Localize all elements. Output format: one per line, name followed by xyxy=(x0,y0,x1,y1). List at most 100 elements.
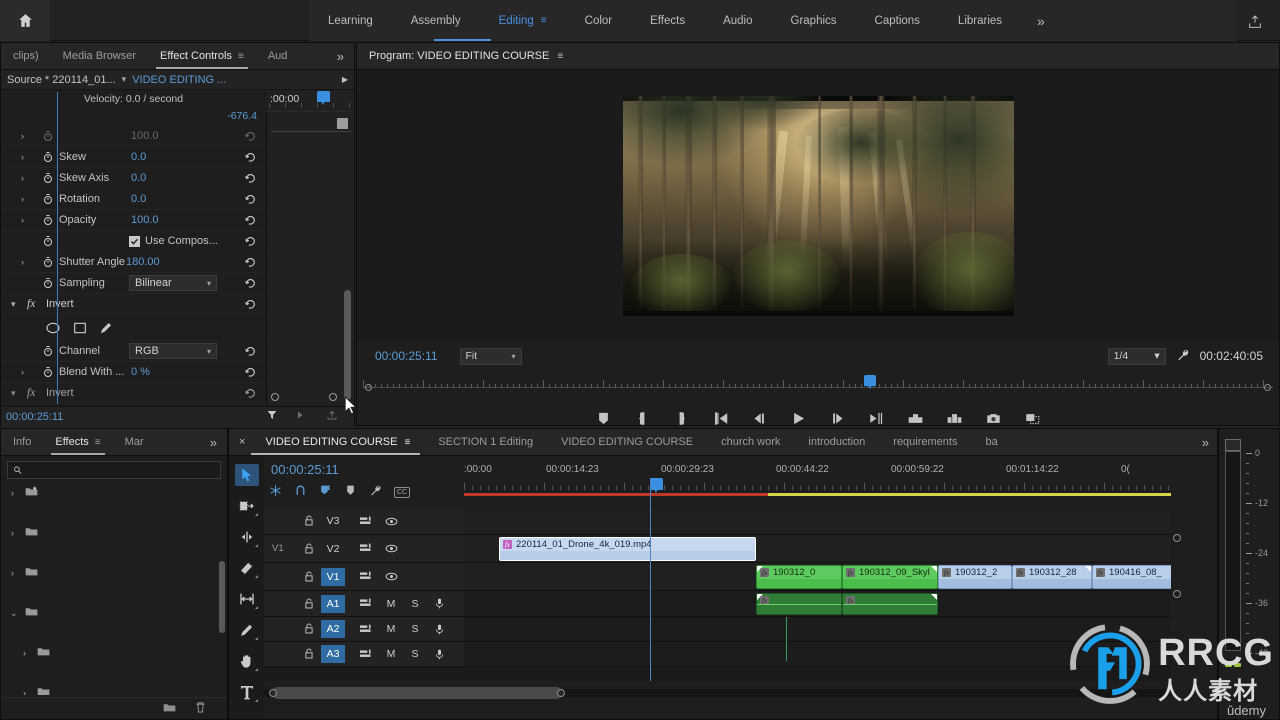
timeline-horizontal-scrollbar[interactable] xyxy=(264,685,1171,699)
reset-icon[interactable] xyxy=(244,151,257,164)
track-head-v3[interactable]: V3 xyxy=(264,508,464,534)
snap-in-timeline-icon[interactable] xyxy=(269,484,282,500)
timeline-settings-icon[interactable] xyxy=(369,484,382,500)
workspace-menu-icon[interactable]: ≡ xyxy=(541,15,547,26)
effect-controls-zoom-bar[interactable] xyxy=(267,390,354,406)
track-select-forward-tool[interactable] xyxy=(235,495,259,517)
sync-lock-icon[interactable] xyxy=(354,595,378,613)
channel-select[interactable]: RGB ▾ xyxy=(129,343,217,359)
comparison-view-icon[interactable] xyxy=(1024,409,1042,427)
chevron-right-icon[interactable]: › xyxy=(23,688,26,695)
chevron-right-icon[interactable]: › xyxy=(11,568,14,578)
captions-icon[interactable]: CC xyxy=(394,486,410,498)
lock-icon[interactable] xyxy=(304,648,316,660)
panel-menu-icon[interactable]: ≡ xyxy=(95,437,101,448)
workspace-editing[interactable]: Editing ≡ xyxy=(480,0,566,41)
play-triangle-icon[interactable]: ▶ xyxy=(342,75,348,84)
workspace-overflow-button[interactable]: » xyxy=(1021,0,1061,41)
lock-icon[interactable] xyxy=(304,598,316,610)
voice-record-icon[interactable] xyxy=(427,620,451,638)
reset-icon[interactable] xyxy=(244,193,257,206)
track-head-a3[interactable]: A3 M S xyxy=(264,642,464,666)
reset-icon[interactable] xyxy=(244,172,257,185)
reset-icon[interactable] xyxy=(244,387,257,400)
reset-icon[interactable] xyxy=(244,130,257,143)
tab-effect-controls[interactable]: Effect Controls ≡ xyxy=(148,43,256,69)
timeline-tab-church-work[interactable]: church work xyxy=(707,429,794,455)
zoom-handle-right[interactable] xyxy=(1264,384,1271,391)
razor-tool[interactable] xyxy=(235,557,259,579)
export-frame-icon[interactable] xyxy=(326,409,338,424)
sync-lock-icon[interactable] xyxy=(354,568,378,586)
track-body-v1[interactable]: fx 190312_0 fx 190312_09_Skyl fx 190312_… xyxy=(464,563,1171,590)
timeline-vertical-scrollbar[interactable] xyxy=(1171,508,1183,681)
stopwatch-icon[interactable] xyxy=(42,193,55,206)
stopwatch-icon[interactable] xyxy=(42,235,55,248)
timeline-clip-190312-09-skyl[interactable]: fx 190312_09_Skyl xyxy=(842,565,938,589)
prop-row-blend-with-original[interactable]: › Blend With ... 0 % xyxy=(1,362,266,383)
track-name-a1[interactable]: A1 xyxy=(321,594,345,613)
zoom-handle-left[interactable] xyxy=(271,393,279,401)
marker-icon[interactable] xyxy=(344,484,357,500)
new-bin-icon[interactable] xyxy=(163,701,176,717)
effect-header-invert-2[interactable]: ▾ fx Invert xyxy=(1,383,266,404)
track-head-v1[interactable]: V1 xyxy=(264,563,464,590)
track-mute-button[interactable]: M xyxy=(379,645,403,663)
quick-export-button[interactable] xyxy=(1244,11,1266,33)
home-button[interactable] xyxy=(0,0,50,41)
zoom-level-select[interactable]: Fit ▾ xyxy=(459,347,522,365)
slip-tool[interactable] xyxy=(235,588,259,610)
chevron-right-icon[interactable]: › xyxy=(21,367,31,377)
lock-icon[interactable] xyxy=(304,571,316,583)
prop-row-rotation[interactable]: › Rotation 0.0 xyxy=(1,189,266,210)
track-v1[interactable]: V1 fx 190312_0 fx 190312_09_Skyl fx 1903… xyxy=(264,563,1171,591)
track-v3[interactable]: V3 xyxy=(264,508,1171,535)
tree-item-blur-and-sharpen[interactable]: › Blur & Sharpen xyxy=(1,683,227,695)
timeline-clip-190312-0[interactable]: fx 190312_0 xyxy=(756,565,842,589)
ellipse-mask-icon[interactable] xyxy=(45,320,61,339)
track-body-v2[interactable]: fx 220114_01_Drone_4k_019.mp4 xyxy=(464,535,1171,562)
prop-value[interactable]: 0.0 xyxy=(131,172,146,184)
zoom-handle-left[interactable] xyxy=(365,384,372,391)
workspace-graphics[interactable]: Graphics xyxy=(772,0,856,41)
chevron-right-icon[interactable]: › xyxy=(21,215,31,225)
reset-icon[interactable] xyxy=(244,345,257,358)
timeline-clip-drone[interactable]: fx 220114_01_Drone_4k_019.mp4 xyxy=(499,537,756,561)
track-solo-button[interactable]: S xyxy=(403,595,427,613)
chevron-right-icon[interactable]: › xyxy=(21,194,31,204)
wrench-icon[interactable] xyxy=(1176,348,1190,365)
lock-icon[interactable] xyxy=(304,543,316,555)
timeline-tab-video-editing-course[interactable]: VIDEO EDITING COURSE ≡ xyxy=(251,429,424,455)
workspace-assembly[interactable]: Assembly xyxy=(392,0,480,41)
reset-icon[interactable] xyxy=(244,214,257,227)
chevron-down-icon[interactable]: ⌄ xyxy=(10,608,18,619)
meter-clip-indicator[interactable] xyxy=(1225,439,1241,451)
track-head-v2[interactable]: V1 V2 xyxy=(264,535,464,562)
effect-controls-overflow[interactable]: » xyxy=(327,43,354,69)
close-icon[interactable]: × xyxy=(229,436,251,448)
workspace-captions[interactable]: Captions xyxy=(856,0,939,41)
tree-item-adjust[interactable]: › Adjust xyxy=(1,643,227,663)
timeline-clip-190416-08[interactable]: fx 190416_08_ xyxy=(1092,565,1171,589)
tree-item-video-effects[interactable]: ⌄ Video Effects xyxy=(1,603,227,623)
workspace-libraries[interactable]: Libraries xyxy=(939,0,1021,41)
effect-controls-vertical-scrollbar[interactable] xyxy=(344,290,351,400)
timeline-tab-requirements[interactable]: requirements xyxy=(879,429,971,455)
timeline-tab-section-1-editing[interactable]: SECTION 1 Editing xyxy=(424,429,547,455)
timeline-tab-ba[interactable]: ba xyxy=(971,429,1011,455)
play-icon[interactable] xyxy=(790,409,808,427)
track-a2[interactable]: A2 M S xyxy=(264,617,1171,642)
tab-audio[interactable]: Aud xyxy=(256,43,300,69)
track-output-eye-icon[interactable] xyxy=(379,512,403,530)
track-solo-button[interactable]: S xyxy=(403,645,427,663)
selection-tool[interactable] xyxy=(234,464,259,486)
tab-clips[interactable]: clips) xyxy=(1,43,51,69)
effect-controls-keyframe-area[interactable]: :00:00 xyxy=(267,90,354,426)
chevron-right-icon[interactable]: › xyxy=(23,648,26,658)
track-output-eye-icon[interactable] xyxy=(379,568,403,586)
track-body-a1[interactable]: fx fx xyxy=(464,591,1171,616)
sampling-select[interactable]: Bilinear ▾ xyxy=(129,275,217,291)
timeline-clip-190312-2[interactable]: fx 190312_2 xyxy=(938,565,1012,589)
prop-value[interactable]: 0.0 xyxy=(131,151,146,163)
track-body-v3[interactable] xyxy=(464,508,1171,534)
